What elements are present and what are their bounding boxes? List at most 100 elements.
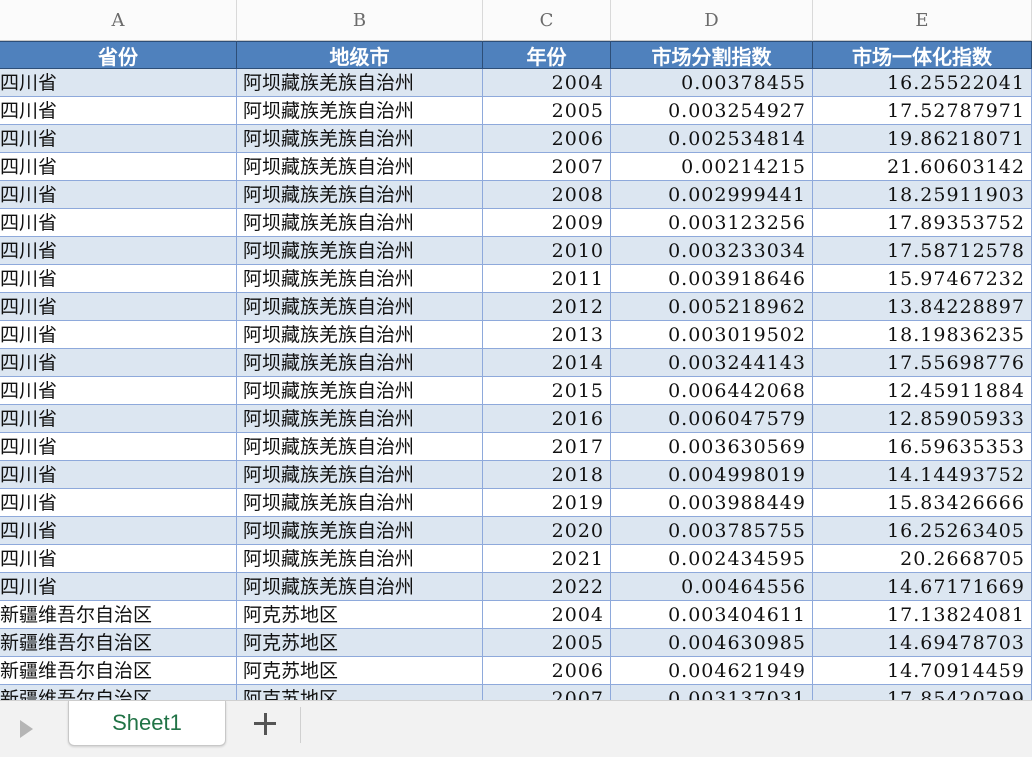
- cell-integration-index[interactable]: 14.69478703: [813, 629, 1032, 657]
- cell-province[interactable]: 四川省: [0, 517, 237, 545]
- sheet-nav-arrow-icon[interactable]: [20, 720, 33, 738]
- cell-segmentation-index[interactable]: 0.00214215: [611, 153, 813, 181]
- cell-integration-index[interactable]: 18.25911903: [813, 181, 1032, 209]
- cell-city[interactable]: 阿坝藏族羌族自治州: [237, 69, 483, 97]
- cell-segmentation-index[interactable]: 0.004621949: [611, 657, 813, 685]
- add-sheet-icon[interactable]: [252, 711, 278, 737]
- cell-integration-index[interactable]: 20.2668705: [813, 545, 1032, 573]
- cell-year[interactable]: 2018: [483, 461, 611, 489]
- cell-integration-index[interactable]: 17.58712578: [813, 237, 1032, 265]
- cell-integration-index[interactable]: 16.25263405: [813, 517, 1032, 545]
- cell-year[interactable]: 2020: [483, 517, 611, 545]
- cell-segmentation-index[interactable]: 0.003404611: [611, 601, 813, 629]
- cell-year[interactable]: 2005: [483, 97, 611, 125]
- header-cell-year[interactable]: 年份: [483, 41, 611, 69]
- cell-city[interactable]: 阿克苏地区: [237, 685, 483, 700]
- cell-integration-index[interactable]: 15.83426666: [813, 489, 1032, 517]
- cell-segmentation-index[interactable]: 0.002434595: [611, 545, 813, 573]
- cell-province[interactable]: 新疆维吾尔自治区: [0, 629, 237, 657]
- cell-city[interactable]: 阿坝藏族羌族自治州: [237, 573, 483, 601]
- cell-integration-index[interactable]: 12.85905933: [813, 405, 1032, 433]
- header-cell-province[interactable]: 省份: [0, 41, 237, 69]
- cell-province[interactable]: 四川省: [0, 489, 237, 517]
- spreadsheet-grid[interactable]: A B C D E 省份 地级市 年份 市场分割指数 市场一体化指数 四川省 阿坝…: [0, 0, 1032, 700]
- cell-province[interactable]: 四川省: [0, 237, 237, 265]
- cell-year[interactable]: 2014: [483, 349, 611, 377]
- cell-segmentation-index[interactable]: 0.00378455: [611, 69, 813, 97]
- cell-year[interactable]: 2009: [483, 209, 611, 237]
- cell-city[interactable]: 阿坝藏族羌族自治州: [237, 293, 483, 321]
- sheet-tab-sheet1[interactable]: Sheet1: [68, 701, 226, 746]
- cell-year[interactable]: 2004: [483, 69, 611, 97]
- cell-integration-index[interactable]: 17.55698776: [813, 349, 1032, 377]
- cell-city[interactable]: 阿坝藏族羌族自治州: [237, 405, 483, 433]
- cell-year[interactable]: 2013: [483, 321, 611, 349]
- cell-integration-index[interactable]: 16.59635353: [813, 433, 1032, 461]
- cell-city[interactable]: 阿坝藏族羌族自治州: [237, 237, 483, 265]
- cell-segmentation-index[interactable]: 0.003254927: [611, 97, 813, 125]
- cell-segmentation-index[interactable]: 0.003019502: [611, 321, 813, 349]
- cell-year[interactable]: 2008: [483, 181, 611, 209]
- cell-integration-index[interactable]: 21.60603142: [813, 153, 1032, 181]
- cell-province[interactable]: 四川省: [0, 125, 237, 153]
- column-header-d[interactable]: D: [611, 0, 813, 41]
- header-cell-integration-index[interactable]: 市场一体化指数: [813, 41, 1032, 69]
- cell-province[interactable]: 四川省: [0, 265, 237, 293]
- cell-province[interactable]: 新疆维吾尔自治区: [0, 601, 237, 629]
- cell-integration-index[interactable]: 14.14493752: [813, 461, 1032, 489]
- cell-integration-index[interactable]: 18.19836235: [813, 321, 1032, 349]
- cell-year[interactable]: 2006: [483, 125, 611, 153]
- cell-city[interactable]: 阿克苏地区: [237, 657, 483, 685]
- cell-segmentation-index[interactable]: 0.005218962: [611, 293, 813, 321]
- cell-segmentation-index[interactable]: 0.003988449: [611, 489, 813, 517]
- cell-year[interactable]: 2012: [483, 293, 611, 321]
- cell-year[interactable]: 2007: [483, 685, 611, 700]
- cell-segmentation-index[interactable]: 0.003123256: [611, 209, 813, 237]
- column-header-a[interactable]: A: [0, 0, 237, 41]
- cell-year[interactable]: 2011: [483, 265, 611, 293]
- cell-city[interactable]: 阿坝藏族羌族自治州: [237, 517, 483, 545]
- column-header-e[interactable]: E: [813, 0, 1032, 41]
- cell-segmentation-index[interactable]: 0.006442068: [611, 377, 813, 405]
- cell-segmentation-index[interactable]: 0.00464556: [611, 573, 813, 601]
- cell-province[interactable]: 四川省: [0, 181, 237, 209]
- cell-province[interactable]: 四川省: [0, 377, 237, 405]
- cell-integration-index[interactable]: 13.84228897: [813, 293, 1032, 321]
- cell-year[interactable]: 2010: [483, 237, 611, 265]
- cell-province[interactable]: 四川省: [0, 321, 237, 349]
- cell-integration-index[interactable]: 15.97467232: [813, 265, 1032, 293]
- cell-integration-index[interactable]: 14.67171669: [813, 573, 1032, 601]
- cell-city[interactable]: 阿坝藏族羌族自治州: [237, 125, 483, 153]
- cell-integration-index[interactable]: 17.52787971: [813, 97, 1032, 125]
- cell-segmentation-index[interactable]: 0.002999441: [611, 181, 813, 209]
- cell-city[interactable]: 阿坝藏族羌族自治州: [237, 489, 483, 517]
- cell-integration-index[interactable]: 17.89353752: [813, 209, 1032, 237]
- cell-year[interactable]: 2022: [483, 573, 611, 601]
- cell-city[interactable]: 阿坝藏族羌族自治州: [237, 321, 483, 349]
- cell-year[interactable]: 2004: [483, 601, 611, 629]
- cell-province[interactable]: 四川省: [0, 69, 237, 97]
- cell-segmentation-index[interactable]: 0.006047579: [611, 405, 813, 433]
- cell-segmentation-index[interactable]: 0.003137031: [611, 685, 813, 700]
- cell-province[interactable]: 四川省: [0, 209, 237, 237]
- cell-city[interactable]: 阿坝藏族羌族自治州: [237, 349, 483, 377]
- cell-integration-index[interactable]: 17.85420799: [813, 685, 1032, 700]
- cell-province[interactable]: 四川省: [0, 405, 237, 433]
- cell-year[interactable]: 2015: [483, 377, 611, 405]
- cell-year[interactable]: 2021: [483, 545, 611, 573]
- cell-segmentation-index[interactable]: 0.003630569: [611, 433, 813, 461]
- cell-city[interactable]: 阿坝藏族羌族自治州: [237, 265, 483, 293]
- cell-year[interactable]: 2017: [483, 433, 611, 461]
- cell-segmentation-index[interactable]: 0.004998019: [611, 461, 813, 489]
- cell-city[interactable]: 阿坝藏族羌族自治州: [237, 433, 483, 461]
- cell-segmentation-index[interactable]: 0.003244143: [611, 349, 813, 377]
- cell-year[interactable]: 2019: [483, 489, 611, 517]
- cell-city[interactable]: 阿坝藏族羌族自治州: [237, 153, 483, 181]
- cell-city[interactable]: 阿克苏地区: [237, 629, 483, 657]
- column-header-c[interactable]: C: [483, 0, 611, 41]
- cell-province[interactable]: 新疆维吾尔自治区: [0, 685, 237, 700]
- cell-city[interactable]: 阿坝藏族羌族自治州: [237, 545, 483, 573]
- cell-province[interactable]: 四川省: [0, 97, 237, 125]
- cell-integration-index[interactable]: 14.70914459: [813, 657, 1032, 685]
- cell-year[interactable]: 2007: [483, 153, 611, 181]
